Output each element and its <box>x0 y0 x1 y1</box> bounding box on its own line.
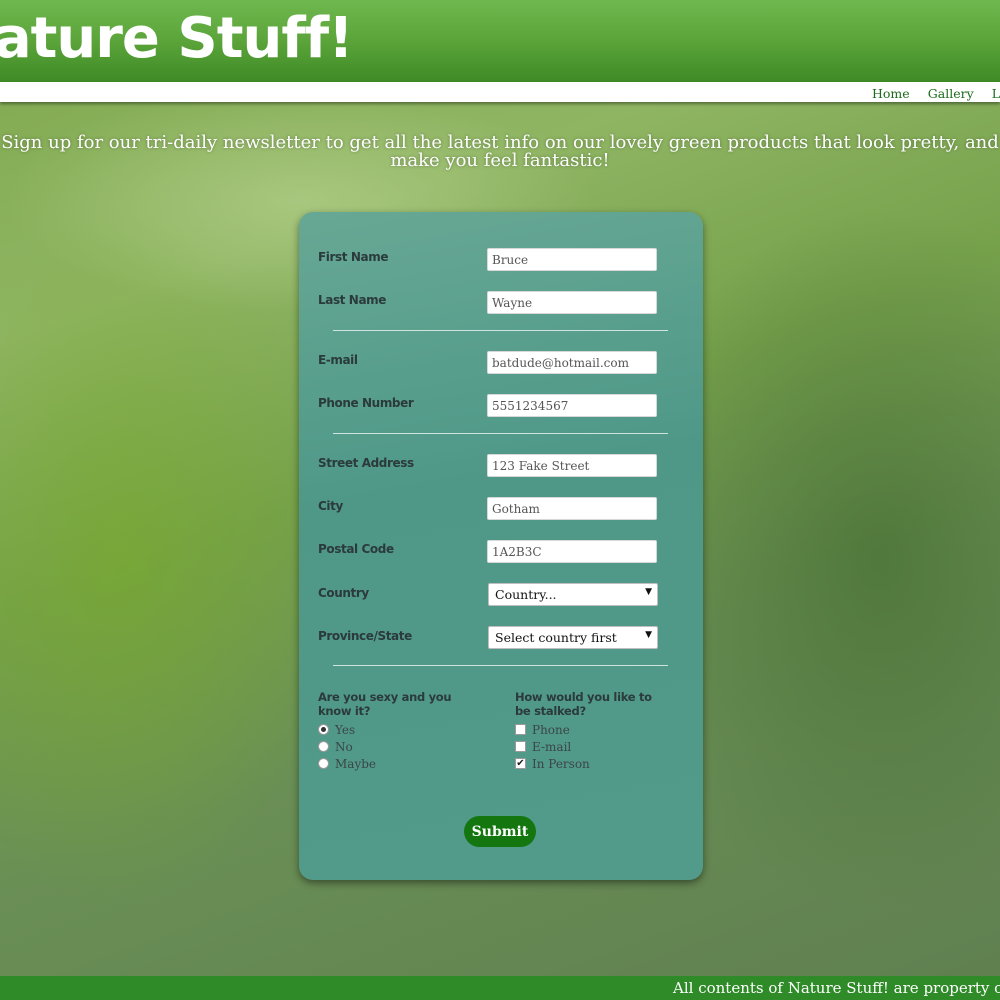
province-selected-value: Select country first <box>495 630 617 645</box>
city-input[interactable] <box>487 497 657 520</box>
checkbox-label: In Person <box>532 757 590 771</box>
radio-label: No <box>335 740 353 754</box>
radio-button[interactable] <box>318 741 329 752</box>
checkbox-label: E-mail <box>532 740 572 754</box>
email-label: E-mail <box>318 353 358 367</box>
email-input[interactable] <box>487 351 657 374</box>
street-label: Street Address <box>318 456 414 470</box>
checkbox[interactable] <box>515 724 526 735</box>
email-row: E-mail <box>318 351 658 375</box>
radio-button[interactable] <box>318 724 329 735</box>
section-divider <box>333 665 668 666</box>
site-footer: All contents of Nature Stuff! are proper… <box>0 976 1000 1000</box>
radio-button[interactable] <box>318 758 329 769</box>
nav-link-gallery[interactable]: Gallery <box>928 86 974 101</box>
copyright-text: All contents of Nature Stuff! are proper… <box>673 979 1000 997</box>
nav-link-home[interactable]: Home <box>872 86 910 101</box>
radio-label: Yes <box>335 723 356 737</box>
postal-input[interactable] <box>487 540 657 563</box>
city-row: City <box>318 497 658 521</box>
section-divider <box>333 330 668 331</box>
country-label: Country <box>318 586 369 600</box>
first-name-label: First Name <box>318 250 389 264</box>
checkbox[interactable]: ✔ <box>515 758 526 769</box>
country-select[interactable]: Country... ▼ <box>488 583 658 606</box>
checkbox[interactable] <box>515 741 526 752</box>
section-divider <box>333 433 668 434</box>
dropdown-arrow-icon: ▼ <box>645 630 652 640</box>
radio-label: Maybe <box>335 757 377 771</box>
province-label: Province/State <box>318 629 412 643</box>
province-select[interactable]: Select country first ▼ <box>488 626 658 649</box>
sexy-question-label: Are you sexy and you know it? <box>318 690 452 718</box>
submit-button[interactable]: Submit <box>464 816 536 847</box>
phone-input[interactable] <box>487 394 657 417</box>
nav-bar: Home Gallery Login <box>0 82 1000 102</box>
country-selected-value: Country... <box>495 587 557 602</box>
checkbox-label: Phone <box>532 723 570 737</box>
postal-row: Postal Code <box>318 540 658 564</box>
first-name-input[interactable] <box>487 248 657 271</box>
street-input[interactable] <box>487 454 657 477</box>
dropdown-arrow-icon: ▼ <box>645 587 652 597</box>
site-header: Nature Stuff! <box>0 0 1000 82</box>
site-logo[interactable]: Nature Stuff! <box>0 6 354 71</box>
first-name-row: First Name <box>318 248 658 272</box>
last-name-label: Last Name <box>318 293 386 307</box>
stalk-question-label: How would you like to be stalked? <box>515 690 652 718</box>
phone-label: Phone Number <box>318 396 414 410</box>
postal-label: Postal Code <box>318 542 394 556</box>
phone-row: Phone Number <box>318 394 658 418</box>
nav-link-login[interactable]: Login <box>992 86 1000 101</box>
newsletter-intro: Sign up for our tri-daily newsletter to … <box>1 132 999 171</box>
nav-links: Home Gallery Login <box>872 83 1000 102</box>
street-row: Street Address <box>318 454 658 478</box>
last-name-row: Last Name <box>318 291 658 315</box>
signup-form: First Name Last Name E-mail Phone Number… <box>299 212 703 880</box>
last-name-input[interactable] <box>487 291 657 314</box>
city-label: City <box>318 499 343 513</box>
